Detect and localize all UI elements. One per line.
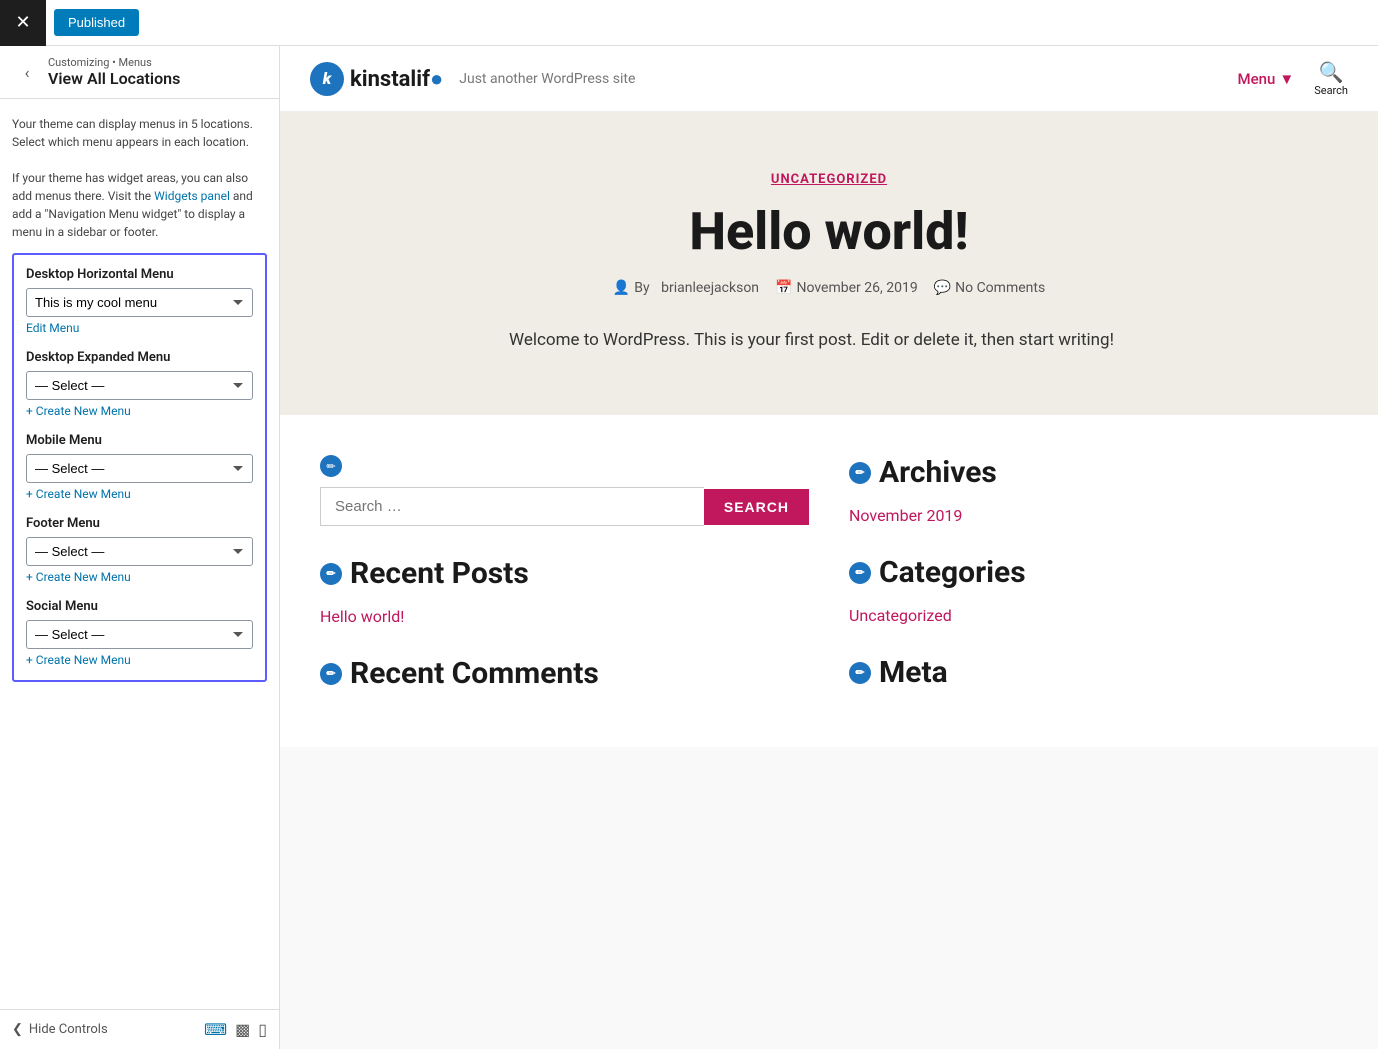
recent-posts-heading: ✏ Recent Posts [320,556,809,591]
comment-icon: 💬 [934,280,951,296]
desktop-icon[interactable]: ⌨ [204,1020,227,1039]
sidebar-content: Your theme can display menus in 5 locati… [0,99,279,1009]
site-name: kinstalif● [350,66,443,92]
mobile-menu-select[interactable]: — Select — [26,454,253,483]
recent-comments-heading: ✏ Recent Comments [320,656,809,691]
create-new-menu-link-1[interactable]: + Create New Menu [26,404,131,418]
footer-menu-select[interactable]: — Select — [26,537,253,566]
calendar-icon: 📅 [775,280,792,296]
social-menu-select[interactable]: — Select — [26,620,253,649]
tablet-icon[interactable]: ▩ [235,1020,250,1039]
meta-heading: ✏ Meta [849,655,1338,690]
search-nav-button[interactable]: 🔍 Search [1314,60,1348,97]
post-comments: 💬 No Comments [934,280,1046,296]
preview-pane: k kinstalif● Just another WordPress site… [280,46,1378,1049]
desktop-expanded-label: Desktop Expanded Menu [26,350,253,365]
author-person-icon: 👤 [613,280,630,296]
archives-edit-icon: ✏ [849,462,871,484]
meta-widget: ✏ Meta [849,655,1338,690]
menu-locations-section: Desktop Horizontal Menu This is my cool … [12,253,267,682]
desktop-expanded-menu-group: Desktop Expanded Menu — Select — + Creat… [26,350,253,419]
desktop-horizontal-select[interactable]: This is my cool menu [26,288,253,317]
site-logo-icon: k [310,62,344,96]
sidebar-title: View All Locations [48,69,180,88]
recent-comments-widget: ✏ Recent Comments [320,656,809,691]
categories-edit-icon: ✏ [849,562,871,584]
mobile-menu-label: Mobile Menu [26,433,253,448]
bottom-widgets: ✏ SEARCH ✏ Recent Posts Hello world! [280,415,1378,747]
footer-menu-group: Footer Menu — Select — + Create New Menu [26,516,253,585]
post-content: Welcome to WordPress. This is your first… [509,326,1149,355]
hide-controls-button[interactable]: ❮ Hide Controls [12,1022,108,1037]
search-nav-label: Search [1314,84,1348,97]
search-widget: ✏ SEARCH [320,455,809,526]
archives-heading: ✏ Archives [849,455,1338,490]
create-new-menu-link-3[interactable]: + Create New Menu [26,570,131,584]
menu-nav-link[interactable]: Menu ▼ [1237,70,1294,88]
footer-menu-label: Footer Menu [26,516,253,531]
site-tagline: Just another WordPress site [459,71,635,87]
create-new-menu-link-4[interactable]: + Create New Menu [26,653,131,667]
social-menu-group: Social Menu — Select — + Create New Menu [26,599,253,668]
social-menu-label: Social Menu [26,599,253,614]
archive-1[interactable]: November 2019 [849,506,1338,525]
edit-menu-link[interactable]: Edit Menu [26,321,79,335]
create-new-menu-link-2[interactable]: + Create New Menu [26,487,131,501]
meta-edit-icon: ✏ [849,662,871,684]
desktop-expanded-select[interactable]: — Select — [26,371,253,400]
widgets-panel-link[interactable]: Widgets panel [154,189,230,203]
back-button[interactable]: ‹ [12,57,42,87]
site-header: k kinstalif● Just another WordPress site… [280,46,1378,112]
close-icon: ✕ [15,12,30,33]
left-widget-column: ✏ SEARCH ✏ Recent Posts Hello world! [320,455,809,707]
sidebar-description: Your theme can display menus in 5 locati… [12,115,267,241]
post-category: UNCATEGORIZED [320,172,1338,187]
recent-comments-edit-icon: ✏ [320,663,342,685]
desktop-horizontal-menu-group: Desktop Horizontal Menu This is my cool … [26,267,253,336]
category-1[interactable]: Uncategorized [849,606,1338,625]
post-date: 📅 November 26, 2019 [775,280,918,296]
publish-button[interactable]: Published [54,9,139,36]
desktop-horizontal-label: Desktop Horizontal Menu [26,267,253,282]
categories-heading: ✏ Categories [849,555,1338,590]
search-widget-edit-icon: ✏ [320,455,342,477]
chevron-down-icon: ▼ [1279,70,1294,88]
post-meta: 👤 By brianleejackson 📅 November 26, 2019… [320,280,1338,296]
mobile-icon[interactable]: ▯ [258,1020,267,1039]
archives-widget: ✏ Archives November 2019 [849,455,1338,525]
device-switcher: ⌨ ▩ ▯ [204,1020,267,1039]
search-input[interactable] [320,487,704,526]
hide-controls-label: Hide Controls [29,1022,108,1037]
site-navigation: Menu ▼ 🔍 Search [1237,60,1348,97]
search-submit-button[interactable]: SEARCH [704,489,809,525]
post-hero: UNCATEGORIZED Hello world! 👤 By brianlee… [280,112,1378,415]
search-icon: 🔍 [1319,60,1344,84]
sidebar: ‹ Customizing • Menus View All Locations… [0,46,280,1049]
post-author: 👤 By brianleejackson [613,280,759,296]
sidebar-breadcrumb: Customizing • Menus [48,56,180,69]
recent-posts-edit-icon: ✏ [320,563,342,585]
right-widget-column: ✏ Archives November 2019 ✏ Categories Un… [849,455,1338,707]
recent-post-1[interactable]: Hello world! [320,607,809,626]
sidebar-bottom-bar: ❮ Hide Controls ⌨ ▩ ▯ [0,1009,279,1049]
mobile-menu-group: Mobile Menu — Select — + Create New Menu [26,433,253,502]
post-title: Hello world! [320,203,1338,260]
recent-posts-widget: ✏ Recent Posts Hello world! [320,556,809,626]
chevron-left-icon: ❮ [12,1022,23,1037]
desc-text-1: Your theme can display menus in 5 locati… [12,117,253,149]
sidebar-header: ‹ Customizing • Menus View All Locations [0,46,279,99]
categories-widget: ✏ Categories Uncategorized [849,555,1338,625]
close-button[interactable]: ✕ [0,0,46,46]
site-logo-area: k kinstalif● Just another WordPress site [310,62,635,96]
